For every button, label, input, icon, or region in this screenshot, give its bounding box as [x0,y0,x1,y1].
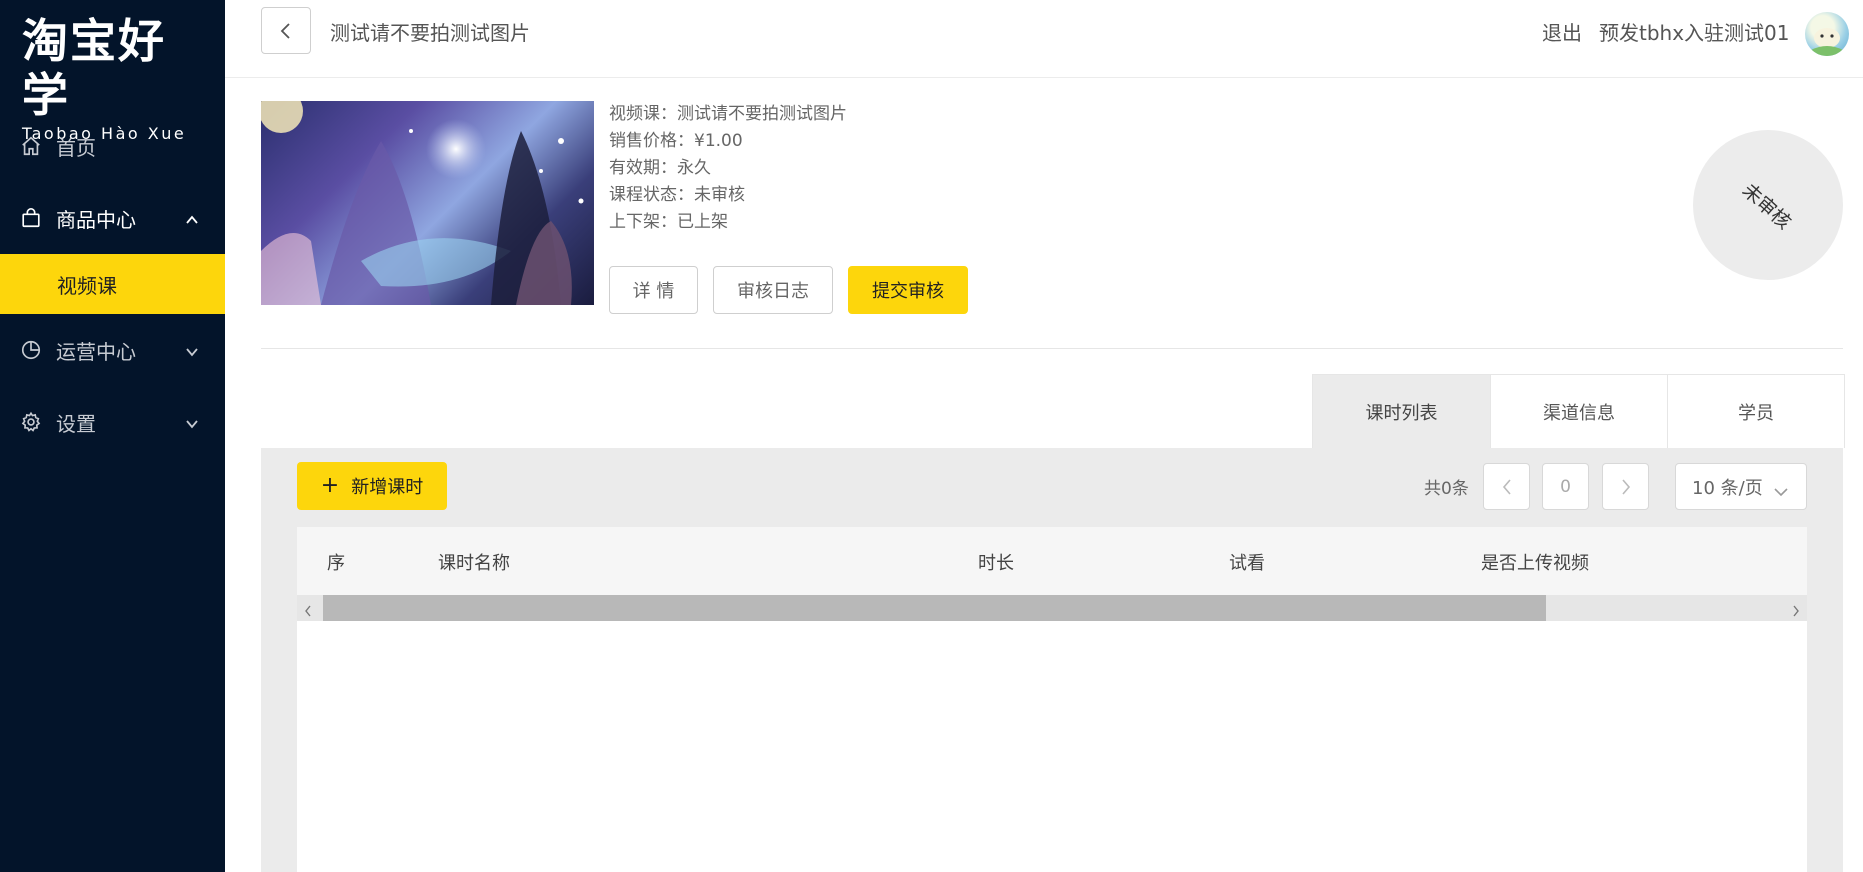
chevron-left-icon [1502,478,1511,495]
tab-bar: 课时列表 渠道信息 学员 [1312,374,1845,448]
chevron-left-icon [280,22,290,39]
lesson-panel: + 新增课时 共0条 0 10 条/页 序 课时名称 时长 试看 是否上传视频 [261,448,1843,872]
course-status-line: 课程状态：未审核 [609,185,745,205]
current-page[interactable]: 0 [1542,463,1589,510]
logo-text: 淘宝好学 [22,14,166,122]
sidebar-item-operations[interactable]: 运营中心 [0,314,225,386]
course-validity-line: 有效期：永久 [609,158,711,178]
sidebar-item-home[interactable]: 首页 [0,110,225,182]
chevron-right-icon [1621,478,1630,495]
chevron-up-icon [185,208,199,224]
back-button[interactable] [261,7,311,54]
sidebar-item-label: 设置 [56,411,96,436]
next-page-button[interactable] [1602,463,1649,510]
home-icon [20,134,44,158]
shopping-bag-icon [20,206,44,230]
page-size-select[interactable]: 10 条/页 [1675,463,1807,510]
prev-page-button[interactable] [1483,463,1530,510]
status-stamp-text: 未审核 [1738,178,1796,234]
column-header-index: 序 [327,553,345,574]
sidebar-nav: 首页 商品中心 视频课 运营中心 设置 [0,110,225,458]
column-header-duration: 时长 [978,553,1014,574]
audit-log-button[interactable]: 审核日志 [713,266,833,314]
table-header: 序 课时名称 时长 试看 是否上传视频 [297,527,1807,595]
sidebar-item-products[interactable]: 商品中心 [0,182,225,254]
gear-icon [20,410,44,434]
sidebar-item-video-course[interactable]: 视频课 [0,254,225,314]
logout-link[interactable]: 退出 [1542,17,1582,46]
course-shelf-line: 上下架：已上架 [609,212,728,232]
sidebar-item-label: 首页 [56,135,96,160]
chevron-down-icon [185,340,199,357]
column-header-lesson-name: 课时名称 [438,553,510,574]
logo[interactable]: 淘宝好学 Taobao Hào Xue [22,14,202,143]
course-info: 视频课：测试请不要拍测试图片 销售价格：¥1.00 有效期：永久 课程状态：未审… [609,101,847,236]
horizontal-scrollbar[interactable] [297,595,1807,621]
avatar[interactable] [1805,12,1849,56]
course-price-line: 销售价格：¥1.00 [609,131,743,151]
section-divider [261,348,1843,349]
sidebar-item-label: 商品中心 [56,207,136,232]
submit-review-button[interactable]: 提交审核 [848,266,968,314]
tab-channel-info[interactable]: 渠道信息 [1490,375,1667,448]
add-lesson-label: 新增课时 [351,477,424,498]
plus-icon: + [320,473,340,498]
scroll-left-icon[interactable] [304,602,312,621]
course-actions: 详 情 审核日志 提交审核 [609,266,968,314]
sidebar-item-label: 运营中心 [56,339,136,364]
top-header: 测试请不要拍测试图片 退出 预发tbhx入驻测试01 [225,0,1863,78]
sidebar-item-label: 视频课 [57,273,117,298]
scrollbar-thumb[interactable] [323,595,1546,621]
chevron-down-icon [185,412,199,429]
status-stamp: 未审核 [1693,130,1843,280]
tab-students[interactable]: 学员 [1667,375,1844,448]
page-title: 测试请不要拍测试图片 [330,21,530,45]
scroll-right-icon[interactable] [1792,602,1800,621]
sidebar: 淘宝好学 Taobao Hào Xue 首页 商品中心 视频课 运营中心 设置 [0,0,225,872]
detail-button[interactable]: 详 情 [609,266,698,314]
username: 预发tbhx入驻测试01 [1599,21,1790,45]
current-page-number: 0 [1560,476,1571,497]
course-type-line: 视频课：测试请不要拍测试图片 [609,104,847,124]
tab-lesson-list[interactable]: 课时列表 [1313,375,1490,448]
column-header-preview: 试看 [1229,553,1265,574]
column-header-video-uploaded: 是否上传视频 [1481,553,1589,574]
total-count: 共0条 [1424,479,1469,499]
course-cover-image [261,101,594,305]
add-lesson-button[interactable]: + 新增课时 [297,462,447,510]
sidebar-item-settings[interactable]: 设置 [0,386,225,458]
pie-chart-icon [20,338,44,362]
chevron-down-icon [1774,481,1788,502]
lesson-table: 序 课时名称 时长 试看 是否上传视频 [297,527,1807,872]
page-size-value: 10 条/页 [1692,477,1763,499]
